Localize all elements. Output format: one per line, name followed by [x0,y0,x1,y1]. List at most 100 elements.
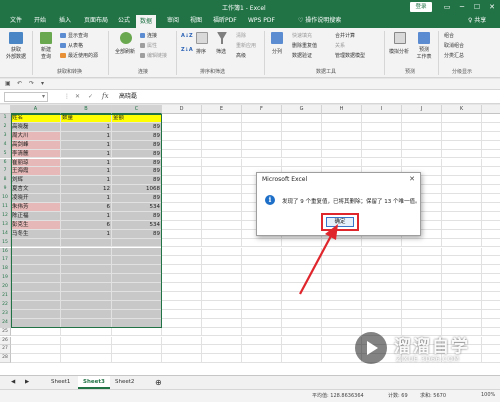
tab-insert[interactable]: 插入 [55,14,75,28]
cell[interactable]: 崔丽琼 [11,158,61,168]
cell[interactable] [402,247,442,257]
column-header[interactable]: C [112,105,162,114]
cell[interactable] [282,300,322,310]
ribbon-display-icon[interactable]: ▭ [440,1,454,13]
cell[interactable] [442,122,482,132]
cell[interactable] [442,131,482,141]
cell[interactable] [202,300,242,310]
cell[interactable] [11,309,61,319]
cell[interactable] [162,345,202,355]
cell[interactable] [482,292,500,301]
cell[interactable] [11,327,61,337]
cell[interactable] [442,220,482,230]
cell[interactable]: 534 [112,203,162,212]
insert-function-icon[interactable]: fx [102,92,109,100]
cell[interactable] [242,114,282,123]
manage-data-model-button[interactable]: 管理数据模型 [335,52,365,59]
cell[interactable]: 6 [61,203,112,212]
row-header[interactable]: 8 [0,176,11,186]
cell[interactable]: 1 [61,158,112,168]
cell[interactable] [202,345,242,355]
cell[interactable] [61,309,112,319]
cell[interactable] [11,247,61,257]
column-header[interactable]: K [442,105,482,114]
cell[interactable] [162,336,202,346]
cell[interactable]: 89 [112,131,162,141]
cell[interactable] [61,283,112,292]
cell[interactable] [11,274,61,284]
row-header[interactable]: 15 [0,238,11,248]
tab-review[interactable]: 审阅 [163,14,183,28]
column-header[interactable]: H [322,105,362,114]
cell[interactable] [202,114,242,123]
cell[interactable] [402,283,442,292]
from-table-button[interactable]: 从表格 [68,42,83,49]
cell[interactable] [362,256,402,266]
cell[interactable] [482,158,500,168]
cell[interactable] [202,194,242,203]
close-icon[interactable]: ✕ [485,1,499,13]
cell[interactable] [11,354,61,364]
cell[interactable] [112,300,162,310]
cell[interactable] [482,300,500,310]
cell[interactable] [402,158,442,168]
row-header[interactable]: 16 [0,247,11,257]
cell[interactable] [322,140,362,150]
group-button[interactable]: 组合 [444,32,454,39]
cell[interactable] [322,114,362,123]
cell[interactable] [482,309,500,319]
cell[interactable] [362,149,402,159]
cell[interactable] [202,238,242,248]
cell[interactable] [112,283,162,292]
relationships-button[interactable]: 关系 [335,42,345,49]
name-box-dropdown-icon[interactable]: ▾ [42,93,45,100]
sort-descending-button[interactable]: Z↓A [181,47,193,53]
cell[interactable]: 89 [112,229,162,239]
remove-duplicates-button[interactable]: 删除重复值 [292,42,317,49]
cell[interactable] [242,309,282,319]
cell[interactable] [482,176,500,186]
cell[interactable] [162,140,202,150]
cell[interactable] [282,336,322,346]
cell[interactable] [482,149,500,159]
sheet-nav-next-icon[interactable]: ▶ [20,376,34,389]
cell[interactable] [362,309,402,319]
cell[interactable] [442,194,482,203]
cell[interactable] [482,229,500,239]
cell[interactable]: 1 [61,167,112,177]
sheet-tab-sheet3[interactable]: Sheet3 [78,376,110,389]
cell[interactable] [162,114,202,123]
redo-icon[interactable]: ↷ [29,79,34,89]
cell[interactable] [322,149,362,159]
cell[interactable] [482,194,500,203]
cell[interactable] [442,247,482,257]
cell[interactable] [242,283,282,292]
cell[interactable] [11,336,61,346]
cell[interactable] [202,256,242,266]
column-header[interactable]: G [282,105,322,114]
cell[interactable] [61,238,112,248]
cell[interactable] [402,300,442,310]
cell[interactable] [11,238,61,248]
cell[interactable] [112,354,162,364]
cell[interactable] [402,238,442,248]
cell[interactable] [112,327,162,337]
cell[interactable]: 12 [61,185,112,195]
row-header[interactable]: 24 [0,318,11,328]
cell[interactable] [242,149,282,159]
cell[interactable] [112,274,162,284]
cell[interactable] [442,238,482,248]
cell[interactable] [202,354,242,364]
what-if-analysis-button[interactable]: 模拟分析 [389,48,409,55]
sheet-tab-sheet1[interactable]: Sheet1 [46,376,75,389]
cell[interactable] [61,336,112,346]
row-header[interactable]: 3 [0,131,11,141]
tell-me-search[interactable]: ♡ 操作说明搜索 [298,14,341,28]
cell[interactable] [442,274,482,284]
cell[interactable]: 1 [61,176,112,186]
cell[interactable] [482,131,500,141]
tab-view[interactable]: 视图 [186,14,206,28]
cell[interactable] [242,300,282,310]
cell[interactable]: 李清麓 [11,149,61,159]
cell[interactable] [442,149,482,159]
